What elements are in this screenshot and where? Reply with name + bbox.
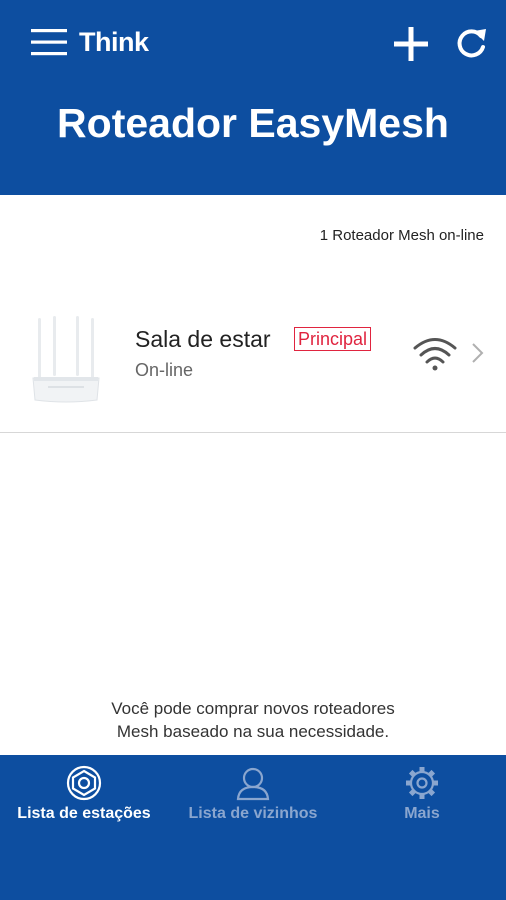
hamburger-menu-icon[interactable] — [30, 27, 68, 57]
brand-label: Think — [79, 27, 149, 57]
refresh-icon[interactable] — [453, 26, 489, 62]
principal-badge: Principal — [294, 327, 372, 351]
wifi-signal-icon — [413, 338, 457, 371]
purchase-info-line-2: Mesh baseado na sua necessidade. — [116, 722, 390, 741]
tab-station-list[interactable]: Lista de estações — [0, 755, 168, 845]
tab-neighbor-list-label: Lista de vizinhos — [188, 805, 318, 822]
router-list-item[interactable]: Sala de estar Principal On-line — [0, 290, 506, 433]
router-icon — [32, 316, 100, 403]
purchase-info: Você pode comprar novos roteadores Mesh … — [0, 697, 506, 743]
purchase-info-line-1: Você pode comprar novos roteadores — [111, 699, 395, 718]
tab-neighbor-list[interactable]: Lista de vizinhos — [168, 755, 338, 845]
tab-more-label: Mais — [404, 805, 440, 822]
router-status: On-line — [135, 360, 194, 380]
tab-station-list-label: Lista de estações — [17, 805, 151, 822]
chevron-right-icon — [472, 343, 484, 363]
mesh-online-status: 1 Roteador Mesh on-line — [319, 227, 484, 244]
gear-icon — [406, 767, 438, 799]
page-title: Roteador EasyMesh — [57, 100, 449, 146]
person-icon — [236, 767, 270, 801]
bottom-tab-bar: Lista de estações Lista de vizinhos Mais — [0, 755, 506, 900]
stations-icon — [66, 765, 102, 801]
app-header: Think Roteador EasyMesh — [0, 0, 506, 195]
router-name: Sala de estar — [135, 326, 271, 352]
plus-icon[interactable] — [392, 25, 430, 63]
tab-more[interactable]: Mais — [338, 755, 506, 845]
